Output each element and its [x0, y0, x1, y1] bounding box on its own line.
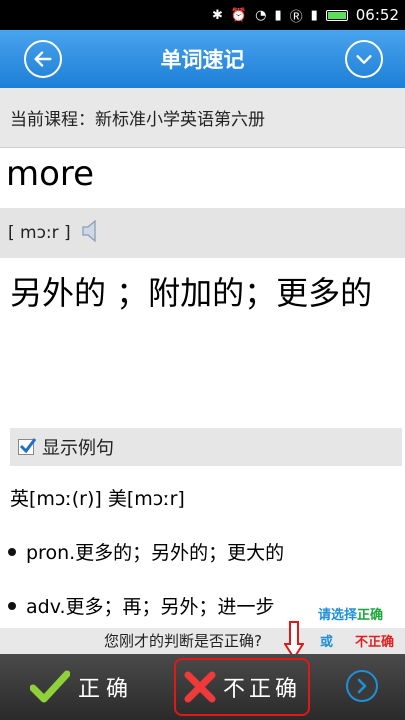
correct-label: 正确	[78, 677, 135, 702]
hint-select-text: 请选择	[318, 608, 358, 623]
show-example-label: 显示例句	[42, 438, 114, 459]
wrong-label: 不正确	[222, 677, 301, 702]
hint-correct-text: 正确	[357, 608, 384, 623]
action-bar: 正确 不正确	[0, 654, 405, 720]
phonetic-row: [ mɔ:r ]	[0, 208, 405, 258]
arrow-left-icon	[34, 51, 52, 67]
cross-icon	[184, 671, 216, 703]
speaker-icon[interactable]	[81, 218, 103, 249]
hint-select: 请选择正确	[318, 604, 383, 623]
bluetooth-icon: ✱	[212, 7, 223, 23]
show-example-toggle[interactable]: 显示例句	[10, 428, 402, 466]
wifi-icon: ◔	[255, 7, 267, 23]
battery-icon	[325, 9, 348, 21]
signal-icon-2: ▮	[310, 7, 318, 23]
chevron-down-icon	[356, 55, 372, 64]
word-text: more	[6, 154, 95, 194]
word-meaning: 另外的 ；附加的；更多的	[10, 274, 373, 312]
definition-item: pron.更多的；另外的；更大的	[8, 538, 284, 565]
judgement-question: 您刚才的判断是否正确?	[104, 632, 262, 650]
data-icon: Ⓡ	[289, 9, 303, 25]
check-icon	[30, 670, 70, 703]
correct-button[interactable]: 正确	[30, 664, 134, 710]
hint-or: 或	[320, 635, 334, 650]
definition-text: adv.更多；再；另外；进一步	[26, 596, 275, 618]
chevron-right-icon	[357, 678, 367, 694]
page-title: 单词速记	[160, 48, 245, 72]
pronunciation: 英[mɔː(r)] 美[mɔːr]	[10, 488, 185, 510]
status-bar: ✱ ⏰ ◔ ▮ Ⓡ ▮ 06:52	[0, 0, 405, 30]
next-button[interactable]	[346, 670, 378, 702]
alarm-icon: ⏰	[230, 7, 248, 23]
checkmark-icon	[19, 438, 37, 454]
bullet-icon	[8, 601, 16, 610]
menu-button[interactable]	[345, 40, 383, 78]
bullet-icon	[8, 547, 16, 556]
back-button[interactable]	[24, 40, 62, 78]
checkbox[interactable]	[18, 438, 37, 455]
definition-item: adv.更多；再；另外；进一步	[8, 592, 275, 619]
phonetic-text: [ mɔ:r ]	[8, 223, 71, 243]
signal-icon: ▮	[274, 7, 282, 23]
current-course: 当前课程：新标准小学英语第六册	[0, 88, 405, 148]
title-bar: 单词速记	[0, 30, 405, 88]
clock: 06:52	[355, 6, 399, 24]
definition-text: pron.更多的；另外的；更大的	[26, 542, 285, 564]
wrong-button[interactable]: 不正确	[174, 658, 310, 716]
hint-wrong: 不正确	[355, 635, 395, 650]
